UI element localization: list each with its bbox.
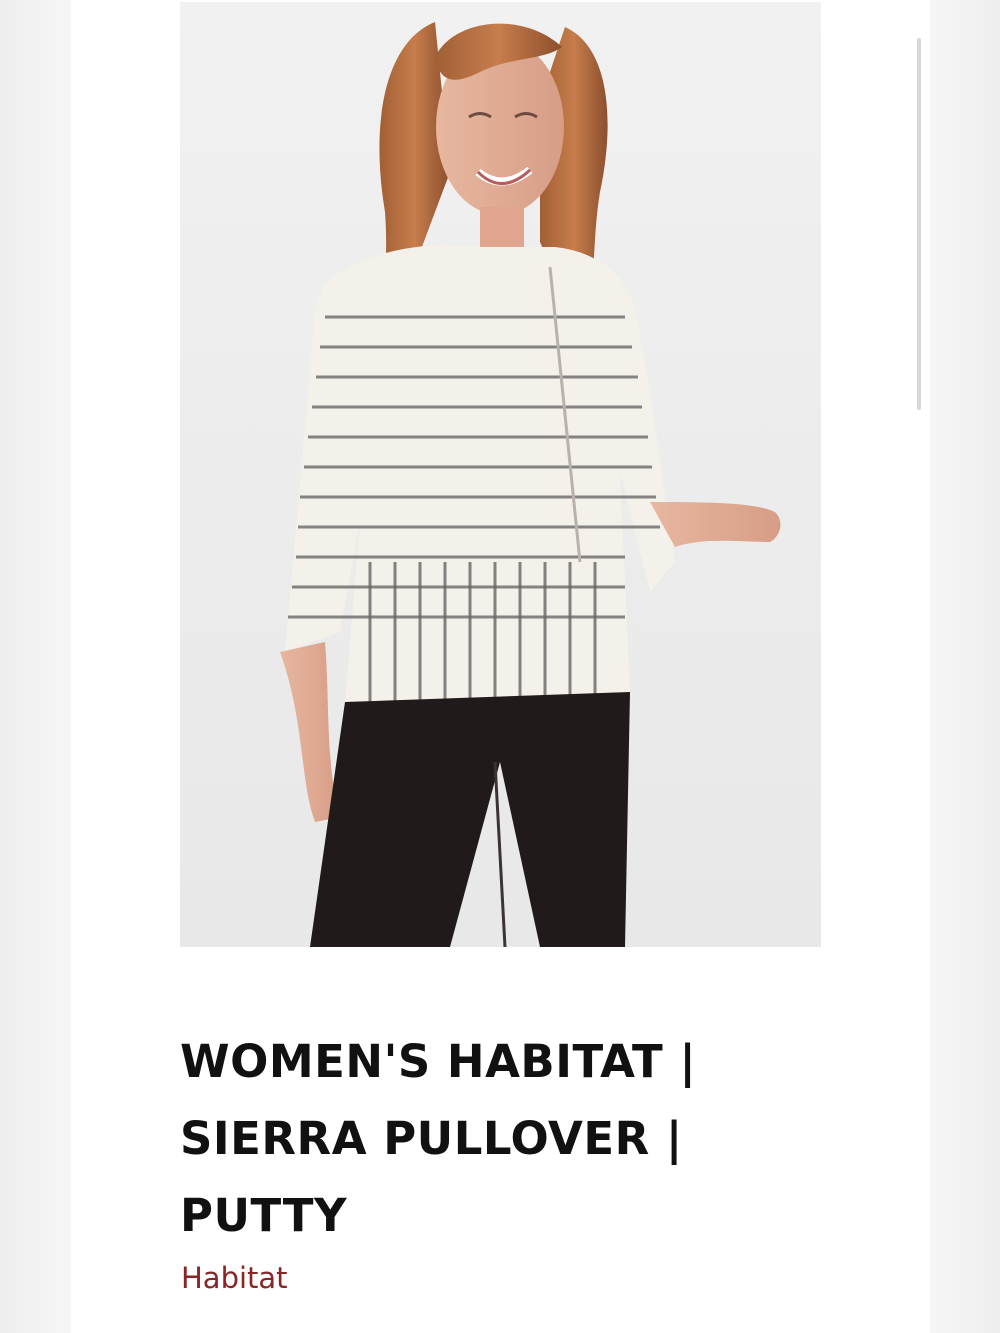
brand-link[interactable]: Habitat bbox=[181, 1260, 288, 1296]
product-title-line-3: PUTTY bbox=[180, 1189, 348, 1242]
product-title-line-2: SIERRA PULLOVER | bbox=[180, 1112, 683, 1165]
scrollbar[interactable] bbox=[915, 38, 923, 410]
product-photo-icon bbox=[280, 22, 781, 947]
product-image[interactable] bbox=[180, 2, 821, 947]
scrollbar-thumb[interactable] bbox=[917, 38, 921, 410]
product-page: WOMEN'S HABITAT | SIERRA PULLOVER | PUTT… bbox=[0, 0, 1000, 1333]
product-title: WOMEN'S HABITAT | SIERRA PULLOVER | PUTT… bbox=[180, 1023, 830, 1254]
product-title-line-1: WOMEN'S HABITAT | bbox=[180, 1035, 697, 1088]
